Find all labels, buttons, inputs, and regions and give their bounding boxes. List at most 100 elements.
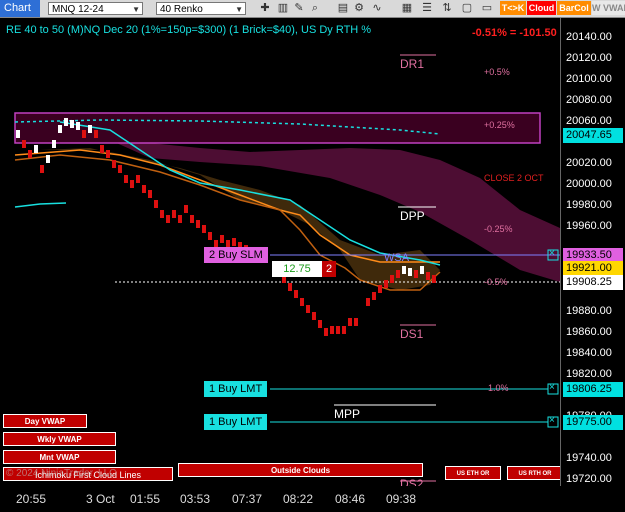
renko-brick bbox=[348, 318, 352, 326]
price-tick: 19720.00 bbox=[566, 473, 612, 485]
limit-order-2[interactable]: 1 Buy LMT bbox=[204, 414, 268, 430]
renko-brick bbox=[372, 292, 376, 300]
renko-brick bbox=[414, 270, 418, 278]
renko-brick bbox=[208, 232, 212, 240]
renko-brick bbox=[106, 150, 110, 158]
change-label: -0.51% = -101.50 bbox=[472, 27, 557, 39]
renko-brick bbox=[100, 145, 104, 153]
copyright-label: © 2024 NinjaTrader, LLC bbox=[6, 468, 117, 479]
time-tick: 01:55 bbox=[130, 492, 161, 506]
renko-brick bbox=[22, 140, 26, 148]
renko-brick bbox=[58, 125, 62, 133]
renko-brick bbox=[136, 175, 140, 183]
dpp-label: DPP bbox=[400, 209, 425, 223]
renko-brick bbox=[396, 270, 400, 278]
time-axis[interactable]: 20:55 3 Oct 01:55 03:53 07:37 08:22 08:4… bbox=[0, 486, 560, 512]
dr1-label: DR1 bbox=[400, 57, 425, 71]
pct-label-1: +0.5% bbox=[484, 67, 510, 77]
stop-order-label[interactable]: 2 Buy SLM bbox=[204, 247, 268, 263]
cancel-stop-icon[interactable]: × bbox=[549, 248, 555, 259]
renko-brick bbox=[426, 272, 430, 280]
price-badge: 20047.65 bbox=[563, 128, 623, 144]
renko-brick bbox=[202, 225, 206, 233]
renko-brick bbox=[420, 266, 424, 274]
time-tick: 03:53 bbox=[180, 492, 211, 506]
price-tick: 20020.00 bbox=[566, 157, 612, 170]
renko-brick bbox=[64, 118, 68, 126]
time-tick: 07:37 bbox=[232, 492, 263, 506]
renko-brick bbox=[196, 220, 200, 228]
renko-brick bbox=[148, 190, 152, 198]
mpp-label: MPP bbox=[334, 407, 361, 421]
renko-brick bbox=[154, 200, 158, 208]
close-label: CLOSE 2 OCT bbox=[484, 173, 544, 183]
price-tick: 19840.00 bbox=[566, 346, 612, 359]
price-tick: 20060.00 bbox=[566, 115, 612, 128]
renko-brick bbox=[166, 215, 170, 223]
ds1-label: DS1 bbox=[400, 327, 424, 341]
pct-label-5: 1.0% bbox=[488, 383, 509, 393]
ds2-label: DS2 bbox=[400, 477, 424, 486]
renko-brick bbox=[76, 122, 80, 130]
renko-brick bbox=[318, 320, 322, 328]
renko-brick bbox=[160, 210, 164, 218]
renko-brick bbox=[306, 305, 310, 313]
renko-brick bbox=[46, 155, 50, 163]
price-tick: 19860.00 bbox=[566, 325, 612, 338]
renko-brick bbox=[172, 210, 176, 218]
renko-brick bbox=[130, 180, 134, 188]
renko-brick bbox=[294, 290, 298, 298]
renko-brick bbox=[330, 326, 334, 334]
price-tick: 20000.00 bbox=[566, 178, 612, 191]
renko-brick bbox=[432, 275, 436, 283]
renko-brick bbox=[124, 175, 128, 183]
time-tick: 3 Oct bbox=[86, 492, 115, 506]
price-tick: 19740.00 bbox=[566, 451, 612, 464]
price-badge: 19806.25 bbox=[563, 382, 623, 398]
renko-brick bbox=[408, 268, 412, 276]
renko-brick bbox=[34, 145, 38, 153]
renko-brick bbox=[94, 130, 98, 138]
time-tick: 08:46 bbox=[335, 492, 366, 506]
renko-brick bbox=[190, 215, 194, 223]
day-vwap-button[interactable]: Day VWAP bbox=[3, 414, 87, 428]
price-badge: 19775.00 bbox=[563, 415, 623, 431]
renko-brick bbox=[324, 328, 328, 336]
price-tick: 19820.00 bbox=[566, 367, 612, 380]
price-tick: 20140.00 bbox=[566, 31, 612, 43]
price-tick: 20120.00 bbox=[566, 52, 612, 65]
price-tick: 19980.00 bbox=[566, 199, 612, 212]
renko-brick bbox=[52, 140, 56, 148]
chart-title: RE 40 to 50 (M)NQ Dec 20 (1%=150p=$300) … bbox=[6, 24, 372, 36]
time-tick: 08:22 bbox=[283, 492, 314, 506]
price-tick: 19960.00 bbox=[566, 220, 612, 233]
position-qty[interactable]: 2 bbox=[322, 261, 336, 277]
pct-label-3: -0.25% bbox=[484, 224, 513, 234]
wkly-vwap-button[interactable]: Wkly VWAP bbox=[3, 432, 116, 446]
pnl-label: 12.75 bbox=[272, 261, 322, 277]
renko-brick bbox=[366, 298, 370, 306]
cancel-lmt1-icon[interactable]: × bbox=[549, 382, 555, 393]
cancel-lmt2-icon[interactable]: × bbox=[549, 415, 555, 426]
outside-clouds-button[interactable]: Outside Clouds bbox=[178, 463, 423, 477]
limit-order-1[interactable]: 1 Buy LMT bbox=[204, 381, 268, 397]
us-eth-or-button[interactable]: US ETH OR bbox=[445, 466, 501, 480]
cyan-line bbox=[14, 202, 67, 208]
renko-brick bbox=[82, 130, 86, 138]
renko-brick bbox=[220, 235, 224, 243]
mnt-vwap-button[interactable]: Mnt VWAP bbox=[3, 450, 116, 464]
price-badge: 19908.25 bbox=[563, 274, 623, 290]
renko-brick bbox=[402, 266, 406, 274]
renko-brick bbox=[40, 165, 44, 173]
renko-brick bbox=[232, 238, 236, 246]
renko-brick bbox=[184, 205, 188, 213]
price-tick: 19880.00 bbox=[566, 304, 612, 317]
renko-brick bbox=[118, 165, 122, 173]
wsa-label: WSA bbox=[384, 252, 410, 264]
renko-brick bbox=[142, 185, 146, 193]
us-rth-or-button[interactable]: US RTH OR bbox=[507, 466, 563, 480]
renko-brick bbox=[178, 215, 182, 223]
renko-brick bbox=[342, 326, 346, 334]
price-tick: 20080.00 bbox=[566, 94, 612, 107]
time-tick: 09:38 bbox=[386, 492, 417, 506]
